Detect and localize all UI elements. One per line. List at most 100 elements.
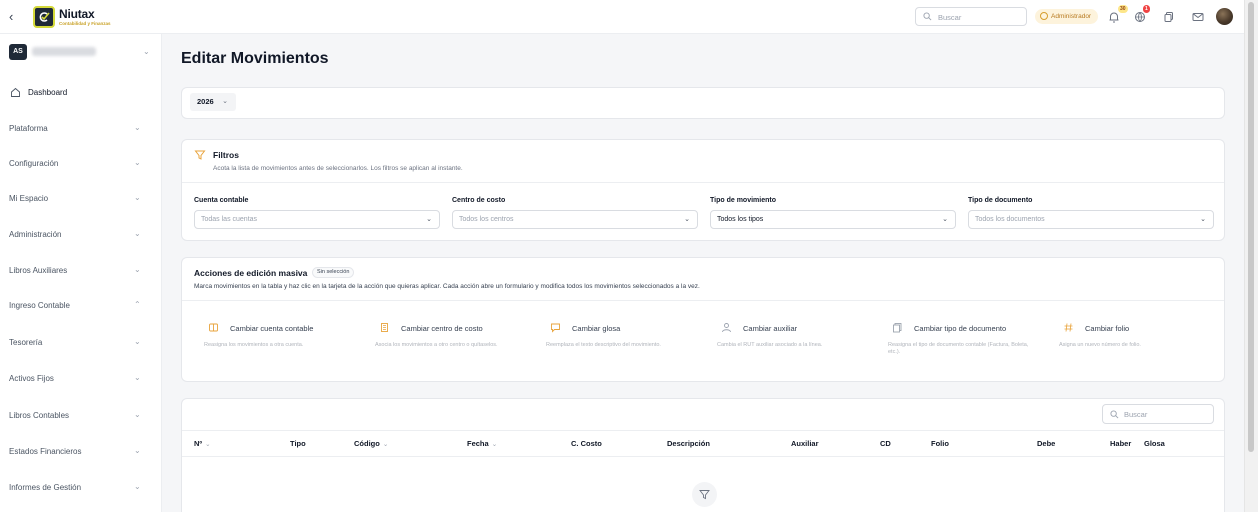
filters-title: Filtros [213,150,239,160]
back-arrow-icon[interactable]: ‹ [9,10,21,24]
comment-icon [551,323,560,333]
column-header-label: Nº [194,439,203,448]
action-title: Cambiar tipo de documento [914,324,1007,333]
action-description: Reasigna los movimientos a otra cuenta. [204,342,304,348]
sidebar: AS ⌄ Dashboard Plataforma ⌄ Configuración… [0,34,162,512]
global-search-input[interactable]: Buscar [915,7,1027,26]
column-header-label: Auxiliar [791,439,819,448]
filters-card: Filtros Acota la lista de movimientos an… [181,139,1225,241]
sidebar-item-label: Libros Auxiliares [9,266,68,275]
user-avatar[interactable] [1216,8,1233,25]
action-change-account[interactable]: Cambiar cuenta contable Reasigna los mov… [196,320,360,360]
action-description: Reemplaza el texto descriptivo del movim… [546,342,661,348]
sidebar-item-plataforma[interactable]: Plataforma ⌄ [0,120,162,138]
sidebar-item-label: Mi Espacio [9,194,49,203]
sidebar-item-administracion[interactable]: Administración ⌄ [0,226,162,244]
sidebar-item-label: Administración [9,230,62,239]
column-header-date[interactable]: Fecha ⌄ [467,439,497,448]
search-placeholder: Buscar [938,13,962,22]
chevron-down-icon: ⌄ [1200,216,1206,223]
action-title: Cambiar folio [1085,324,1130,333]
mail-icon[interactable] [1191,10,1205,24]
sidebar-item-mi-espacio[interactable]: Mi Espacio ⌄ [0,190,162,208]
page-scrollbar[interactable] [1244,0,1258,512]
chevron-down-icon[interactable]: ⌄ [143,47,150,56]
movement-type-filter-select[interactable]: Todos los tipos ⌄ [710,210,956,229]
filters-subtitle: Acota la lista de movimientos antes de s… [213,165,463,172]
building-icon [381,323,388,332]
sidebar-item-label: Ingreso Contable [9,301,70,310]
chevron-down-icon: ⌄ [134,158,141,167]
sidebar-item-libros-auxiliares[interactable]: Libros Auxiliares ⌄ [0,262,162,280]
chevron-down-icon: ⌄ [134,410,141,419]
column-header-description: Descripción [667,439,710,448]
role-badge[interactable]: Administrador [1035,9,1098,24]
cost-center-filter-select[interactable]: Todos los centros ⌄ [452,210,698,229]
document-type-filter-label: Tipo de documento [968,197,1033,204]
filter-icon [194,150,206,160]
action-change-cost-center[interactable]: Cambiar centro de costo Asocia los movim… [367,320,531,360]
sidebar-item-activos-fijos[interactable]: Activos Fijos ⌄ [0,370,162,388]
chevron-down-icon: ⌄ [134,229,141,238]
column-header-cd: CD [880,439,891,448]
sort-chevron-icon: ⌄ [491,441,498,448]
year-value: 2026 [197,97,214,106]
year-select[interactable]: 2026 ⌄ [190,93,236,111]
divider [182,430,1224,431]
user-icon [722,323,731,333]
empty-state-filter-icon [692,482,717,507]
action-change-document-type[interactable]: Cambiar tipo de documento Reasigna el ti… [880,320,1044,360]
shield-icon [1040,12,1048,20]
sidebar-item-tesoreria[interactable]: Tesorería ⌄ [0,334,162,352]
bulk-actions-subtitle: Marca movimientos en la tabla y haz clic… [194,283,700,290]
sidebar-item-informes-gestion[interactable]: Informes de Gestión ⌄ [0,479,162,497]
chevron-down-icon: ⌄ [684,216,690,223]
movement-type-filter-value: Todos los tipos [717,216,764,223]
chevron-down-icon: ⌄ [134,482,141,491]
sidebar-item-dashboard[interactable]: Dashboard [0,84,162,102]
document-type-filter-select[interactable]: Todos los documentos ⌄ [968,210,1214,229]
sidebar-item-configuracion[interactable]: Configuración ⌄ [0,155,162,173]
sidebar-item-label: Estados Financieros [9,447,82,456]
chevron-down-icon: ⌄ [134,337,141,346]
action-title: Cambiar centro de costo [401,324,483,333]
column-header-cost-center: C. Costo [571,439,602,448]
chevron-down-icon: ⌄ [134,123,141,132]
sort-chevron-icon: ⌄ [205,441,211,448]
action-change-folio[interactable]: Cambiar folio Asigna un nuevo número de … [1051,320,1215,360]
scrollbar-thumb[interactable] [1248,2,1254,452]
logo-icon [33,6,55,28]
sidebar-item-label: Libros Contables [9,411,70,420]
sidebar-item-label: Informes de Gestión [9,483,82,492]
sidebar-item-label: Activos Fijos [9,374,54,383]
column-header-label: Folio [931,439,949,448]
app-logo-title: Niutax [59,7,95,21]
column-header-code[interactable]: Código ⌄ [354,439,388,448]
top-bar: ‹ Niutax Contabilidad y Finanzas Buscar … [0,0,1244,34]
movement-type-filter-label: Tipo de movimiento [710,197,776,204]
account-filter-value: Todas las cuentas [201,216,258,223]
account-filter-select[interactable]: Todas las cuentas ⌄ [194,210,440,229]
action-title: Cambiar cuenta contable [230,324,314,333]
column-header-label: CD [880,439,891,448]
document-type-filter-value: Todos los documentos [975,216,1045,223]
hash-icon [1064,323,1073,332]
bulk-actions-title: Acciones de edición masiva [194,268,308,278]
selection-status-badge: Sin selección [312,267,355,278]
alerts-count-badge: 1 [1143,5,1150,13]
sidebar-item-ingreso-contable[interactable]: Ingreso Contable ⌃ [0,297,162,315]
org-name-blurred[interactable] [32,47,96,56]
copy-icon[interactable] [1162,10,1176,24]
action-change-auxiliary[interactable]: Cambiar auxiliar Cambia el RUT auxiliar … [709,320,873,360]
year-card: 2026 ⌄ [181,87,1225,119]
action-change-gloss[interactable]: Cambiar glosa Reemplaza el texto descrip… [538,320,702,360]
sidebar-item-estados-financieros[interactable]: Estados Financieros ⌄ [0,443,162,461]
action-description: Reasigna el tipo de documento contable (… [888,342,1029,355]
column-header-label: Código [354,439,380,448]
movements-table-card: Buscar Nº ⌄ Tipo Código ⌄ Fecha ⌄ C. Costo … [181,398,1225,512]
column-header-number[interactable]: Nº ⌄ [194,439,211,448]
table-search-input[interactable]: Buscar [1102,404,1214,424]
bulk-actions-card: Acciones de edición masiva Sin selección… [181,257,1225,382]
sidebar-item-libros-contables[interactable]: Libros Contables ⌄ [0,407,162,425]
sidebar-item-label: Plataforma [9,124,48,133]
